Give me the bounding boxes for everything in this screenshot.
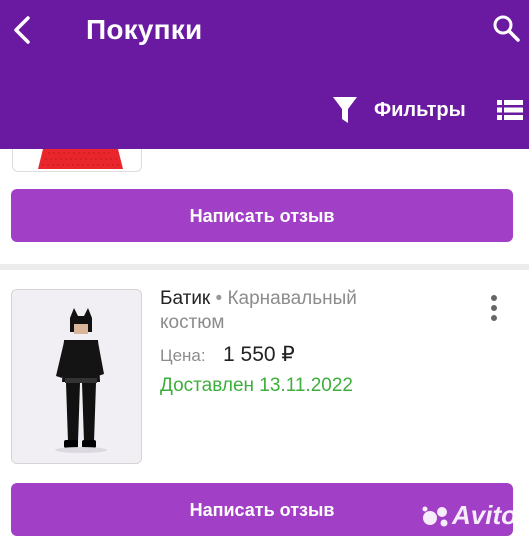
order-card: Написать отзыв [0,149,529,264]
product-category-continued: костюм [160,312,225,333]
product-category: Карнавальный [227,288,357,309]
title-separator: • [215,288,223,309]
search-icon[interactable] [492,14,520,42]
price-label: Цена: [160,346,206,365]
avito-watermark: Avito [422,500,517,531]
price-value: 1 550 ₽ [223,343,295,366]
back-arrow-icon[interactable] [10,14,36,46]
more-vertical-icon[interactable] [488,294,500,322]
product-image[interactable] [11,289,142,464]
product-title[interactable]: Батик • Карнавальный [160,288,357,310]
product-image[interactable] [12,149,142,172]
write-review-button[interactable]: Написать отзыв [11,189,513,242]
filters-button[interactable]: Фильтры [374,99,466,122]
filter-funnel-icon[interactable] [332,96,358,124]
product-brand: Батик [160,288,211,309]
list-view-icon[interactable] [497,99,523,121]
app-bar: Покупки Фильтры [0,0,529,149]
delivery-status: Доставлен 13.11.2022 [160,375,353,396]
avito-logo-icon [422,506,448,527]
watermark-text: Avito [452,500,517,530]
page-title: Покупки [86,14,203,45]
